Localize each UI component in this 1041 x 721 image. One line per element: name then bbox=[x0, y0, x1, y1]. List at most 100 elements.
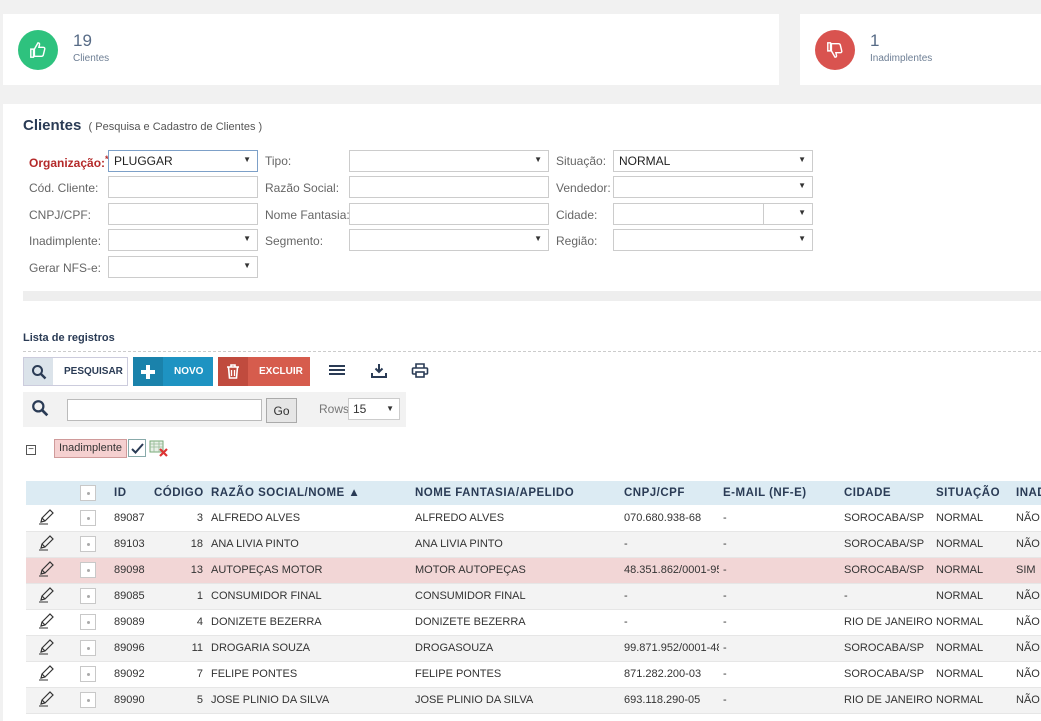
cell-situacao: NORMAL bbox=[932, 531, 1012, 558]
edit-icon[interactable] bbox=[26, 609, 66, 636]
edit-icon[interactable] bbox=[26, 505, 66, 532]
situacao-select[interactable]: NORMAL bbox=[613, 150, 813, 172]
cell-email: - bbox=[719, 583, 820, 610]
row-checkbox[interactable] bbox=[80, 614, 96, 630]
cell-codigo: 11 bbox=[150, 635, 207, 662]
row-checkbox-cell[interactable] bbox=[66, 609, 110, 636]
edit-icon[interactable] bbox=[26, 557, 66, 584]
edit-icon[interactable] bbox=[26, 635, 66, 662]
segmento-select[interactable] bbox=[349, 229, 549, 251]
filter-chip-inadimplente[interactable]: Inadimplente bbox=[54, 439, 127, 458]
cell-cnpj: 070.680.938-68 bbox=[604, 505, 719, 532]
cell-fantasia: JOSE PLINIO DA SILVA bbox=[411, 687, 604, 714]
edit-icon[interactable] bbox=[26, 583, 66, 610]
col-cnpj[interactable]: CNPJ/CPF bbox=[604, 481, 719, 505]
download-icon[interactable] bbox=[370, 363, 388, 379]
razao-social-input[interactable] bbox=[349, 176, 549, 198]
print-icon[interactable] bbox=[411, 363, 429, 379]
row-checkbox[interactable] bbox=[80, 692, 96, 708]
select-all-header[interactable] bbox=[66, 481, 110, 505]
organizacao-select[interactable]: PLUGGAR bbox=[108, 150, 258, 172]
row-checkbox[interactable] bbox=[80, 640, 96, 656]
cell-cidade: SOROCABA/SP bbox=[820, 505, 932, 532]
row-checkbox[interactable] bbox=[80, 536, 96, 552]
table-row[interactable]: 89096 11 DROGARIA SOUZA DROGASOUZA 99.871.95… bbox=[26, 635, 1041, 662]
clients-stat-card: 19 Clientes bbox=[3, 14, 779, 85]
cell-cnpj: - bbox=[604, 583, 719, 610]
edit-icon[interactable] bbox=[26, 661, 66, 688]
row-checkbox-cell[interactable] bbox=[66, 687, 110, 714]
edit-icon[interactable] bbox=[26, 687, 66, 714]
cell-email: - bbox=[719, 635, 820, 662]
row-checkbox-cell[interactable] bbox=[66, 661, 110, 688]
regiao-select[interactable] bbox=[613, 229, 813, 251]
cell-inad: NÃO bbox=[1012, 609, 1041, 636]
row-checkbox[interactable] bbox=[80, 588, 96, 604]
col-email[interactable]: E-MAIL (NF-E) bbox=[719, 481, 820, 505]
clear-filter-icon[interactable] bbox=[149, 440, 169, 461]
select-all-checkbox[interactable] bbox=[80, 485, 96, 501]
page-subtitle: ( Pesquisa e Cadastro de Clientes ) bbox=[88, 121, 263, 133]
table-row[interactable]: 89090 5 JOSE PLINIO DA SILVA JOSE PLINIO DA… bbox=[26, 687, 1041, 714]
cell-id: 89085 bbox=[110, 583, 150, 610]
tipo-select[interactable] bbox=[349, 150, 549, 172]
quick-search-input[interactable] bbox=[67, 399, 262, 421]
collapse-filters-toggle[interactable]: − bbox=[26, 445, 36, 455]
table-row[interactable]: 89085 1 CONSUMIDOR FINAL CONSUMIDOR FINAL - -… bbox=[26, 583, 1041, 610]
row-checkbox-cell[interactable] bbox=[66, 505, 110, 532]
inadimplentes-stat-card: 1 Inadimplentes bbox=[800, 14, 1041, 85]
cell-situacao: NORMAL bbox=[932, 609, 1012, 636]
rows-label: Rows bbox=[319, 402, 350, 416]
check-icon[interactable] bbox=[128, 439, 146, 457]
new-button[interactable]: NOVO bbox=[133, 357, 213, 386]
table-row[interactable]: 89089 4 DONIZETE BEZERRA DONIZETE BEZERRA - -… bbox=[26, 609, 1041, 636]
thumbs-up-icon bbox=[18, 30, 58, 70]
cell-cidade: RIO DE JANEIRO/RJ bbox=[820, 687, 932, 714]
row-checkbox-cell[interactable] bbox=[66, 557, 110, 584]
col-cidade[interactable]: CIDADE bbox=[820, 481, 932, 505]
row-checkbox-cell[interactable] bbox=[66, 531, 110, 558]
vendedor-select[interactable] bbox=[613, 176, 813, 198]
col-inadimplente[interactable]: INAD. bbox=[1012, 481, 1041, 505]
nome-fantasia-input[interactable] bbox=[349, 203, 549, 225]
nome-fantasia-label: Nome Fantasia: bbox=[265, 208, 350, 222]
rows-per-page-select[interactable]: 15 bbox=[348, 398, 400, 420]
uf-select[interactable] bbox=[763, 203, 813, 225]
col-nome-fantasia[interactable]: NOME FANTASIA/APELIDO bbox=[411, 481, 604, 505]
cnpj-input[interactable] bbox=[108, 203, 258, 225]
table-row[interactable]: 89098 13 AUTOPEÇAS MOTOR MOTOR AUTOPEÇAS 48.… bbox=[26, 557, 1041, 584]
row-checkbox[interactable] bbox=[80, 666, 96, 682]
cell-situacao: NORMAL bbox=[932, 687, 1012, 714]
list-icon[interactable] bbox=[328, 363, 346, 379]
table-row[interactable]: 89087 3 ALFREDO ALVES ALFREDO ALVES 070.680.… bbox=[26, 505, 1041, 532]
clients-count: 19 bbox=[73, 31, 92, 50]
gerar-nfse-select[interactable] bbox=[108, 256, 258, 278]
row-checkbox-cell[interactable] bbox=[66, 635, 110, 662]
gerar-nfse-label: Gerar NFS-e: bbox=[29, 261, 102, 275]
cell-fantasia: ANA LIVIA PINTO bbox=[411, 531, 604, 558]
col-situacao[interactable]: SITUAÇÃO bbox=[932, 481, 1012, 505]
col-razao-social[interactable]: RAZÃO SOCIAL/NOME ▲ bbox=[207, 481, 411, 505]
go-button[interactable]: Go bbox=[266, 398, 297, 423]
row-checkbox[interactable] bbox=[80, 562, 96, 578]
search-button[interactable]: PESQUISAR bbox=[23, 357, 128, 386]
row-checkbox-cell[interactable] bbox=[66, 583, 110, 610]
trash-icon bbox=[218, 357, 248, 386]
row-checkbox[interactable] bbox=[80, 509, 96, 526]
col-id[interactable]: ID bbox=[110, 481, 150, 505]
cod-cliente-input[interactable] bbox=[108, 176, 258, 198]
edit-column-header bbox=[26, 481, 66, 505]
plus-icon bbox=[133, 357, 163, 386]
search-icon bbox=[31, 399, 49, 420]
col-codigo[interactable]: CÓDIGO bbox=[150, 481, 207, 505]
delete-button[interactable]: EXCLUIR bbox=[218, 357, 310, 386]
table-row[interactable]: 89103 18 ANA LIVIA PINTO ANA LIVIA PINTO - - S… bbox=[26, 531, 1041, 558]
cell-id: 89092 bbox=[110, 661, 150, 688]
inadimplente-select[interactable] bbox=[108, 229, 258, 251]
edit-icon[interactable] bbox=[26, 531, 66, 558]
cell-id: 89087 bbox=[110, 505, 150, 532]
cell-email: - bbox=[719, 661, 820, 688]
cell-email: - bbox=[719, 505, 820, 532]
cidade-input[interactable] bbox=[613, 203, 764, 225]
table-row[interactable]: 89092 7 FELIPE PONTES FELIPE PONTES 871.282.… bbox=[26, 661, 1041, 688]
